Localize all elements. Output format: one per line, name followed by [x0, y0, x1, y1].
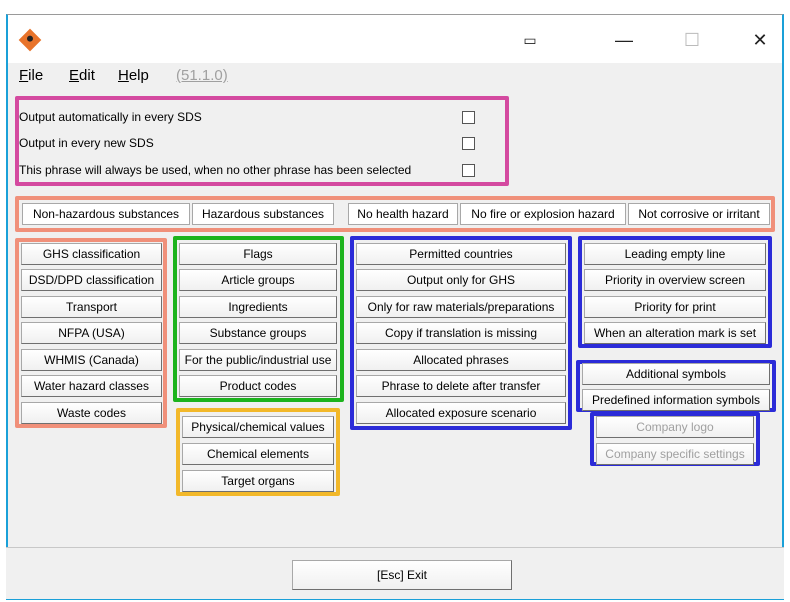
alteration-mark-button[interactable]: When an alteration mark is set	[584, 322, 766, 344]
option-label: Output automatically in every SDS	[19, 110, 202, 124]
copy-translation-button[interactable]: Copy if translation is missing	[356, 322, 566, 344]
tab-non-hazardous[interactable]: Non-hazardous substances	[22, 203, 190, 225]
nfpa-button[interactable]: NFPA (USA)	[21, 322, 162, 344]
option-row-auto: Output automatically in every SDS	[19, 110, 202, 124]
company-settings-button[interactable]: Company specific settings	[596, 443, 754, 465]
additional-symbols-button[interactable]: Additional symbols	[582, 363, 770, 385]
public-industrial-use-button[interactable]: For the public/industrial use	[179, 349, 337, 371]
option-default-checkbox[interactable]	[462, 164, 475, 177]
flags-button[interactable]: Flags	[179, 243, 337, 265]
chemical-elements-button[interactable]: Chemical elements	[182, 443, 334, 465]
maximize-button[interactable]: ☐	[670, 23, 714, 57]
phrase-delete-button[interactable]: Phrase to delete after transfer	[356, 375, 566, 397]
app-logo-icon	[18, 28, 42, 52]
menu-help[interactable]: Help	[118, 67, 149, 84]
minimize-button[interactable]: —	[602, 23, 646, 57]
substance-groups-button[interactable]: Substance groups	[179, 322, 337, 344]
version-label: (51.1.0)	[176, 67, 228, 84]
tab-no-health-hazard[interactable]: No health hazard	[348, 203, 458, 225]
target-organs-button[interactable]: Target organs	[182, 470, 334, 492]
option-row-default: This phrase will always be used, when no…	[19, 163, 411, 177]
menu-edit[interactable]: Edit	[69, 67, 95, 84]
ghs-classification-button[interactable]: GHS classification	[21, 243, 162, 265]
waste-codes-button[interactable]: Waste codes	[21, 402, 162, 424]
option-label: Output in every new SDS	[19, 136, 154, 150]
leading-empty-line-button[interactable]: Leading empty line	[584, 243, 766, 265]
article-groups-button[interactable]: Article groups	[179, 269, 337, 291]
ingredients-button[interactable]: Ingredients	[179, 296, 337, 318]
transport-button[interactable]: Transport	[21, 296, 162, 318]
exit-button[interactable]: [Esc] Exit	[292, 560, 512, 590]
product-codes-button[interactable]: Product codes	[179, 375, 337, 397]
physical-chemical-values-button[interactable]: Physical/chemical values	[182, 416, 334, 438]
dsd-dpd-classification-button[interactable]: DSD/DPD classification	[21, 269, 162, 291]
option-new-checkbox[interactable]	[462, 137, 475, 150]
raw-materials-button[interactable]: Only for raw materials/preparations	[356, 296, 566, 318]
option-label: This phrase will always be used, when no…	[19, 163, 412, 177]
option-row-new: Output in every new SDS	[19, 136, 154, 150]
title-bar: ▭ — ☐ ✕	[8, 15, 782, 63]
allocated-phrases-button[interactable]: Allocated phrases	[356, 349, 566, 371]
close-button[interactable]: ✕	[738, 23, 782, 57]
menu-bar: File Edit Help (51.1.0)	[8, 63, 782, 89]
permitted-countries-button[interactable]: Permitted countries	[356, 243, 566, 265]
predefined-symbols-button[interactable]: Predefined information symbols	[582, 389, 770, 411]
water-hazard-button[interactable]: Water hazard classes	[21, 375, 162, 397]
output-only-ghs-button[interactable]: Output only for GHS	[356, 269, 566, 291]
priority-print-button[interactable]: Priority for print	[584, 296, 766, 318]
tab-hazardous[interactable]: Hazardous substances	[192, 203, 334, 225]
company-logo-button[interactable]: Company logo	[596, 416, 754, 438]
snap-layout-icon[interactable]: ▭	[508, 23, 552, 57]
exposure-scenario-button[interactable]: Allocated exposure scenario	[356, 402, 566, 424]
priority-overview-button[interactable]: Priority in overview screen	[584, 269, 766, 291]
whmis-button[interactable]: WHMIS (Canada)	[21, 349, 162, 371]
option-auto-checkbox[interactable]	[462, 111, 475, 124]
tab-no-fire-hazard[interactable]: No fire or explosion hazard	[460, 203, 626, 225]
menu-file[interactable]: File	[19, 67, 43, 84]
tab-not-corrosive[interactable]: Not corrosive or irritant	[628, 203, 770, 225]
